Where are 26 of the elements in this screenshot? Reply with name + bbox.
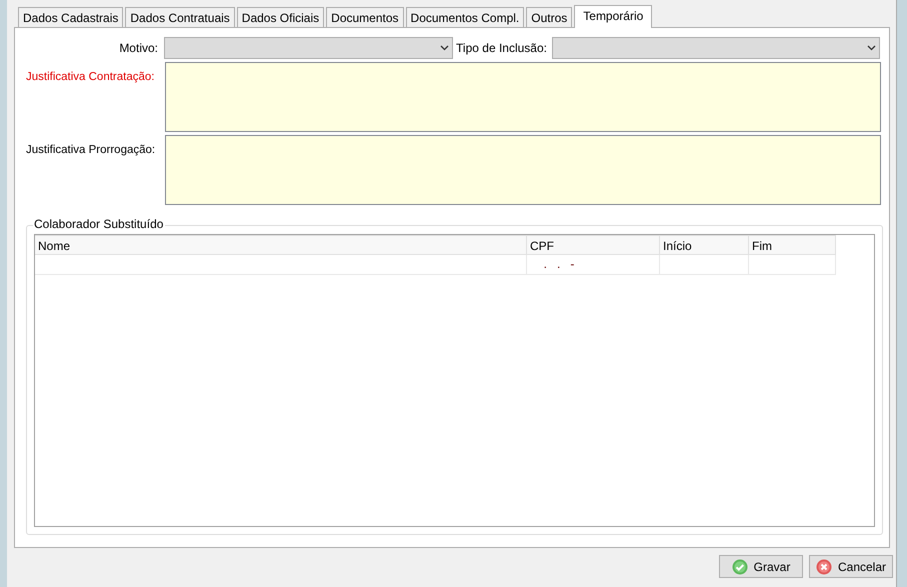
check-icon bbox=[732, 558, 748, 574]
chevron-down-icon bbox=[440, 45, 449, 51]
tab[interactable]: Outros bbox=[526, 7, 572, 27]
column-header[interactable]: CPF bbox=[527, 235, 660, 255]
dialog-button[interactable]: Cancelar bbox=[809, 555, 893, 578]
dialog-button[interactable]: Gravar bbox=[719, 555, 803, 578]
data-grid[interactable]: Nome CPF Início Fim . . - bbox=[34, 234, 875, 527]
field-label: Justificativa Prorrogação: bbox=[25, 143, 156, 158]
text-area[interactable] bbox=[165, 62, 881, 132]
text-area[interactable] bbox=[165, 135, 881, 205]
column-header[interactable]: Nome bbox=[35, 235, 527, 255]
tab[interactable]: Dados Contratuais bbox=[125, 7, 235, 27]
field-label: Justificativa Contratação: bbox=[25, 70, 156, 85]
chevron-down-icon bbox=[867, 45, 876, 51]
column-header[interactable]: Início bbox=[660, 235, 749, 255]
table-cell: . . - bbox=[527, 255, 660, 275]
tab[interactable]: Dados Cadastrais bbox=[18, 7, 124, 27]
group-title: Colaborador Substituído bbox=[33, 217, 166, 231]
field-label: Tipo de Inclusão: bbox=[455, 41, 547, 55]
tab[interactable]: Documentos bbox=[326, 7, 404, 27]
tab[interactable]: Temporário bbox=[574, 5, 652, 28]
field-label: Motivo: bbox=[118, 41, 158, 55]
tab[interactable]: Dados Oficiais bbox=[236, 7, 324, 27]
column-header[interactable]: Fim bbox=[749, 235, 836, 255]
close-icon bbox=[816, 558, 832, 574]
tab[interactable]: Documentos Compl. bbox=[406, 7, 524, 27]
